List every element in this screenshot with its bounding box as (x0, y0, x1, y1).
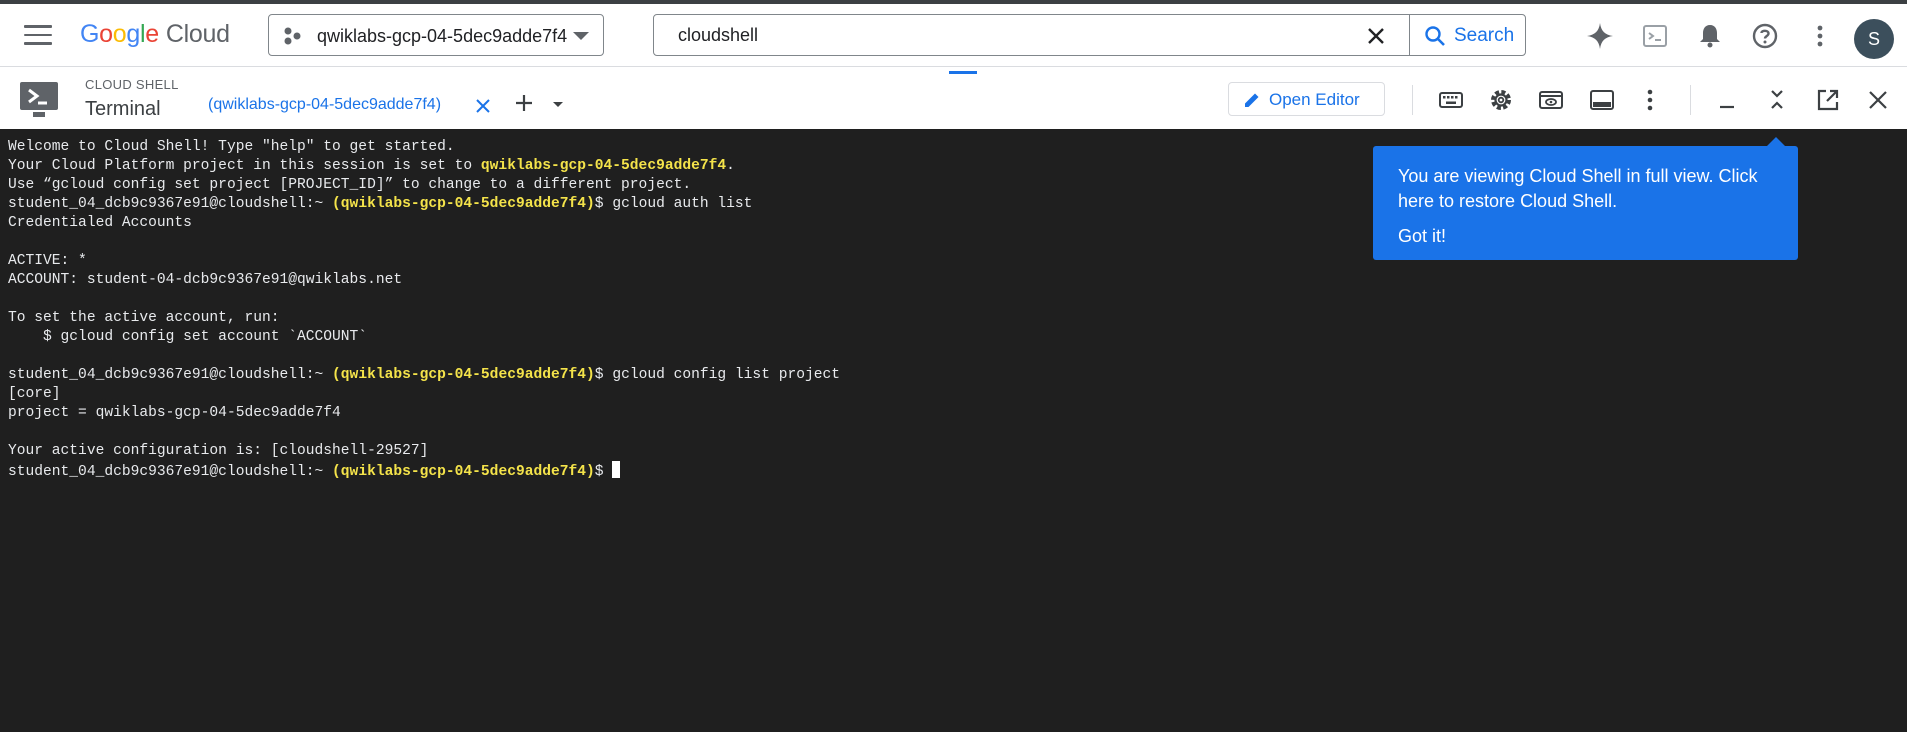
terminal-line: Welcome to Cloud Shell! Type "help" to g… (8, 139, 455, 155)
account-avatar[interactable]: S (1854, 19, 1894, 59)
terminal-line: ACTIVE: * (8, 253, 87, 269)
prompt-symbol: $ (594, 464, 604, 480)
search-button-label: Search (1454, 25, 1515, 46)
layout-icon[interactable] (1589, 87, 1615, 113)
got-it-button[interactable]: Got it! (1398, 226, 1446, 247)
project-selector-label: qwiklabs-gcp-04-5dec9adde7f4 (317, 26, 568, 46)
open-editor-button[interactable]: Open Editor (1228, 82, 1385, 116)
notifications-bell-icon[interactable] (1696, 22, 1724, 50)
tooltip-arrow (1766, 137, 1786, 147)
prompt-user: student_04_dcb9c9367e91@cloudshell:~ (8, 196, 324, 212)
terminal-prompt-line: student_04_dcb9c9367e91@cloudshell:~ (qw… (8, 366, 840, 385)
toolbar-divider (1690, 85, 1691, 115)
terminal-line: Your active configuration is: [cloudshel… (8, 443, 429, 459)
toolbar-divider (1412, 85, 1413, 115)
terminal-line: To set the active account, run: (8, 310, 280, 326)
close-icon[interactable] (1865, 87, 1891, 113)
project-dots-icon (284, 27, 301, 45)
drag-handle-indicator[interactable] (949, 71, 977, 74)
terminal-line: Use “gcloud config set project [PROJECT_… (8, 177, 692, 193)
terminal-tab-label: (qwiklabs-gcp-04-5dec9adde7f4) (208, 96, 442, 113)
terminal-line: [core] (8, 386, 61, 402)
prompt-project: (qwiklabs-gcp-04-5dec9adde7f4) (332, 464, 595, 480)
terminal-line: ACCOUNT: student-04-dcb9c9367e91@qwiklab… (8, 272, 403, 288)
tab-menu-chevron-icon[interactable] (553, 102, 563, 107)
prompt-symbol: $ (594, 367, 604, 383)
open-editor-label: Open Editor (1269, 90, 1360, 109)
keyboard-icon[interactable] (1438, 87, 1464, 113)
terminal-command: gcloud auth list (612, 196, 753, 212)
settings-gear-icon[interactable] (1488, 87, 1514, 113)
cloud-shell-toolbar: CLOUD SHELL Terminal (qwiklabs-gcp-04-5d… (0, 66, 1907, 129)
terminal-text: . (726, 158, 735, 174)
close-tab-icon[interactable] (474, 97, 492, 115)
top-app-bar: Google Cloud qwiklabs-gcp-04-5dec9adde7f4… (0, 4, 1907, 66)
prompt-project: (qwiklabs-gcp-04-5dec9adde7f4) (332, 196, 595, 212)
terminal-project-id: qwiklabs-gcp-04-5dec9adde7f4 (480, 158, 727, 174)
terminal-text: Your Cloud Platform project in this sess… (8, 158, 481, 174)
more-vert-icon[interactable] (1806, 22, 1834, 50)
search-button[interactable]: Search (1409, 15, 1526, 55)
prompt-symbol: $ (594, 196, 604, 212)
prompt-user: student_04_dcb9c9367e91@cloudshell:~ (8, 367, 324, 383)
menu-icon[interactable] (24, 25, 52, 47)
gemini-sparkle-icon[interactable] (1586, 22, 1614, 50)
prompt-user: student_04_dcb9c9367e91@cloudshell:~ (8, 464, 324, 480)
terminal-command: gcloud config list project (612, 367, 841, 383)
minimize-icon[interactable] (1714, 87, 1740, 113)
more-options-icon[interactable] (1637, 87, 1663, 113)
project-selector[interactable]: qwiklabs-gcp-04-5dec9adde7f4 (268, 14, 604, 56)
clear-search-icon[interactable] (1364, 24, 1388, 48)
search-box: Search (653, 14, 1526, 56)
full-view-tooltip[interactable]: You are viewing Cloud Shell in full view… (1373, 137, 1798, 260)
search-input[interactable] (668, 15, 1358, 55)
open-in-new-window-icon[interactable] (1815, 87, 1841, 113)
pencil-icon (1245, 93, 1259, 107)
tooltip-text[interactable]: You are viewing Cloud Shell in full view… (1398, 164, 1778, 214)
search-icon (1425, 26, 1445, 46)
terminal-title: Terminal (85, 98, 161, 120)
terminal-line: Your Cloud Platform project in this sess… (8, 157, 735, 176)
collapse-icon[interactable] (1764, 87, 1790, 113)
google-cloud-logo[interactable]: Google Cloud (80, 20, 230, 49)
cloud-shell-icon[interactable] (1641, 22, 1669, 50)
chevron-down-icon (573, 32, 589, 40)
help-icon[interactable] (1751, 22, 1779, 50)
terminal-line: Credentialed Accounts (8, 215, 192, 231)
web-preview-icon[interactable] (1538, 87, 1564, 113)
terminal-line: $ gcloud config set account `ACCOUNT` (8, 329, 368, 345)
terminal-line: project = qwiklabs-gcp-04-5dec9adde7f4 (8, 405, 341, 421)
add-tab-icon[interactable] (514, 93, 534, 113)
prompt-project: (qwiklabs-gcp-04-5dec9adde7f4) (332, 367, 595, 383)
terminal-cursor (612, 461, 621, 478)
terminal-prompt-line: student_04_dcb9c9367e91@cloudshell:~ (qw… (8, 461, 621, 482)
cloud-shell-label: CLOUD SHELL (85, 77, 179, 92)
cloud-shell-logo-icon (20, 82, 58, 117)
terminal-prompt-line: student_04_dcb9c9367e91@cloudshell:~ (qw… (8, 195, 752, 214)
